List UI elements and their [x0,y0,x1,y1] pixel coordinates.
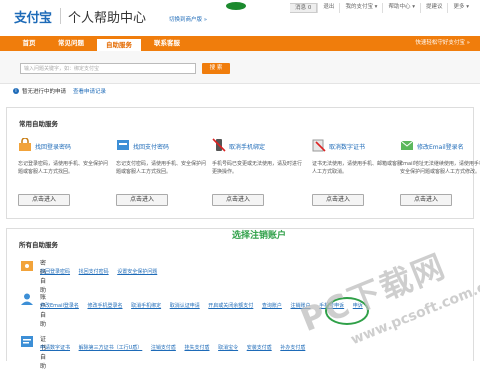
service-link[interactable]: 安装支付盾 [247,345,272,351]
service-desc: Email地址无法继续使用，请使用手机、安全保护问题或客服人工方式修改。 [400,161,480,175]
service-desc: 忘记登录密码，请使用手机、安全保护问题或客服人工方式找回。 [18,161,109,175]
tab-self-service[interactable]: 自助服务 [96,38,142,51]
main-nav: 首页 常见问题 自助服务 联系客服 快速轻松守好支付宝 » [0,36,480,51]
key-icon [21,261,33,271]
service-desc: 手机号码已变更或无法使用，请及时进行更换操作。 [212,161,303,175]
suggestion-link[interactable]: 提建议 [419,3,448,13]
top-header: 支付宝 个人帮助中心 切换到商户版 » 消息 0 退出 我的支付宝 ▾ 帮助中心… [0,0,480,30]
service-link[interactable]: 查询账户 [262,303,282,309]
search-input[interactable]: 输入问题关键字，如：绑定支付宝 [20,63,196,74]
logout-link[interactable]: 退出 [317,3,339,13]
service-link[interactable]: 开启或关闭余额支付 [208,303,253,309]
password-icon [19,138,31,151]
service-link[interactable]: 找回登录密码 [40,269,70,275]
category-links: 申请数字证书 解除第三方证书（工行U盾） 注销支付盾 挂失支付盾 取消宝令 安装… [40,344,312,351]
tab-faq[interactable]: 常见问题 [50,36,92,51]
service-name[interactable]: 修改Email登录名 [417,142,464,151]
service-link[interactable]: 修改Email登录名 [40,303,79,309]
tab-contact[interactable]: 联系客服 [146,36,188,51]
service-name[interactable]: 取消手机绑定 [229,142,265,151]
alipay-logo[interactable]: 支付宝 [14,7,52,26]
service-link[interactable]: 申请数字证书 [40,345,70,351]
switch-to-merchant-link[interactable]: 切换到商户版 » [169,15,207,23]
redaction-mark [226,2,246,10]
messages-link[interactable]: 消息 0 [290,3,318,13]
info-icon: i [13,88,19,94]
service-link[interactable]: 设置安全保护问题 [117,269,157,275]
tab-home[interactable]: 首页 [12,36,46,51]
service-desc: 忘记支付密码，请使用手机、安全保护问题或客服人工方式找回。 [116,161,207,175]
phone-icon [212,138,226,152]
payment-password-icon [117,140,129,150]
search-area: 输入问题关键字，如：绑定支付宝 搜 索 [0,51,480,84]
my-alipay-menu[interactable]: 我的支付宝 ▾ [339,3,382,13]
category-name: 账户自助 [40,294,47,328]
top-links: 消息 0 退出 我的支付宝 ▾ 帮助中心 ▾ 提建议 更多 ▾ [290,3,474,13]
enter-button[interactable]: 点击进入 [212,194,264,206]
certificate-icon [21,336,33,347]
user-icon [21,293,33,305]
service-link[interactable]: 修改手机登录名 [87,303,122,309]
enter-button[interactable]: 点击进入 [400,194,452,206]
service-name[interactable]: 找回支付密码 [133,142,169,151]
notice-text: 暂无进行中的申请 [22,89,67,95]
service-desc: 证书无法使用，请使用手机、邮箱或客服人工方式取消。 [312,161,403,175]
annotation-label: 选择注销账户 [232,231,287,241]
service-link[interactable]: 取消宝令 [218,345,238,351]
email-icon [400,140,414,150]
service-link[interactable]: 取消手机绑定 [131,303,161,309]
application-notice: i 暂无进行中的申请 查看申请记录 [13,87,106,95]
service-link[interactable]: 注销支付盾 [151,345,176,351]
common-services-panel: 常用自助服务 找回登录密码 忘记登录密码，请使用手机、安全保护问题或客服人工方式… [6,107,480,219]
service-link[interactable]: 取消认证申请 [170,303,200,309]
panel-title: 常用自助服务 [19,120,58,128]
page-title: 个人帮助中心 [68,11,147,26]
search-button[interactable]: 搜 索 [202,63,230,74]
enter-button[interactable]: 点击进入 [116,194,168,206]
service-name[interactable]: 找回登录密码 [35,142,71,151]
service-name[interactable]: 取消数字证书 [329,142,365,151]
enter-button[interactable]: 点击进入 [312,194,364,206]
category-links: 找回登录密码 找回支付密码 设置安全保护问题 [40,268,164,275]
service-link[interactable]: 挂失支付盾 [184,345,209,351]
more-menu[interactable]: 更多 ▾ [447,3,474,13]
service-link[interactable]: 解除第三方证书（工行U盾） [79,345,143,351]
service-link[interactable]: 找回支付密码 [79,269,109,275]
quick-guard-link[interactable]: 快速轻松守好支付宝 » [415,36,470,51]
category-name: 密码自助 [40,260,47,294]
service-link[interactable]: 补办支付盾 [280,345,305,351]
certificate-icon [312,139,326,152]
panel-title: 所有自助服务 [19,241,58,249]
category-name: 证书自助 [40,336,47,370]
logo-divider [60,8,61,24]
view-records-link[interactable]: 查看申请记录 [73,87,106,95]
enter-button[interactable]: 点击进入 [18,194,70,206]
help-center-menu[interactable]: 帮助中心 ▾ [382,3,420,13]
